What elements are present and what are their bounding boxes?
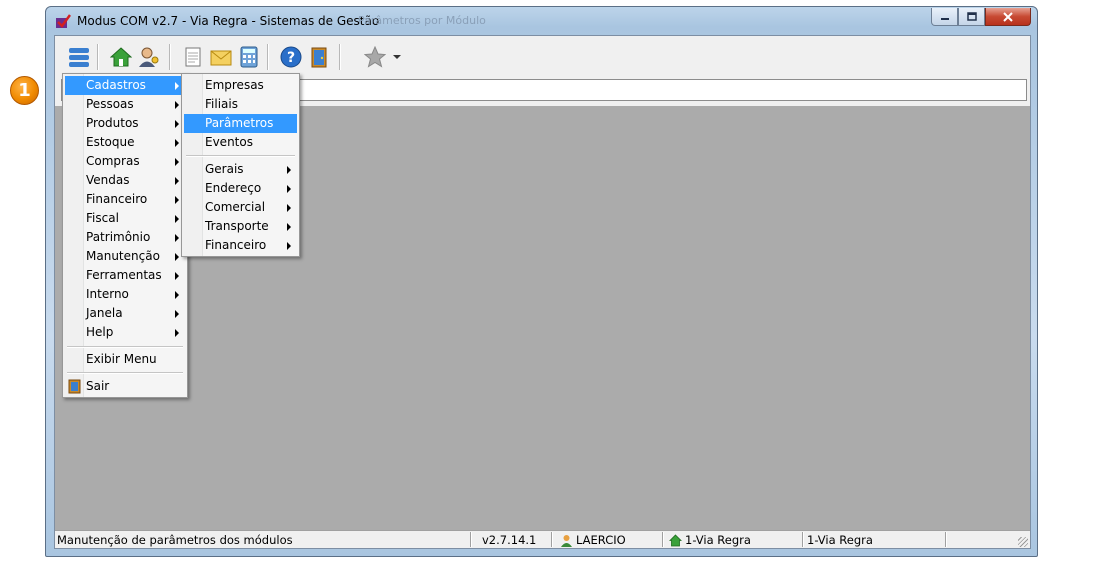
users-button[interactable] [137, 45, 161, 69]
menu-item-fiscal[interactable]: Fiscal [65, 209, 185, 228]
app-logo-icon [56, 14, 71, 28]
menu-item-compras[interactable]: Compras [65, 152, 185, 171]
exit-door-icon [68, 379, 81, 394]
help-button[interactable]: ? [279, 45, 303, 69]
submenu-item-filiais[interactable]: Filiais [184, 95, 297, 114]
calculator-button[interactable] [237, 45, 261, 69]
favorite-star-icon [364, 46, 386, 68]
menu-item-sair[interactable]: Sair [65, 377, 185, 396]
title-bar[interactable]: Modus COM v2.7 - Via Regra - Sistemas de… [46, 7, 1037, 34]
users-key-icon [139, 47, 159, 67]
submenu-item-transporte[interactable]: Transporte [184, 217, 297, 236]
exit-door-icon [311, 47, 327, 68]
close-button[interactable] [985, 8, 1031, 26]
status-message: Manutenção de parâmetros dos módulos [57, 533, 293, 547]
menu-icon [69, 48, 89, 67]
menu-item-estoque[interactable]: Estoque [65, 133, 185, 152]
submenu-item-comercial[interactable]: Comercial [184, 198, 297, 217]
menu-item-interno[interactable]: Interno [65, 285, 185, 304]
menu-item-produtos[interactable]: Produtos [65, 114, 185, 133]
favorites-dropdown[interactable] [391, 45, 403, 69]
exit-button[interactable] [307, 45, 331, 69]
submenu-item-gerais[interactable]: Gerais [184, 160, 297, 179]
maximize-button[interactable] [958, 8, 985, 26]
menu-item-pessoas[interactable]: Pessoas [65, 95, 185, 114]
status-version: v2.7.14.1 [482, 533, 537, 547]
mail-icon [210, 50, 232, 66]
toolbar: ? [55, 36, 1030, 78]
status-company: 1-Via Regra [807, 533, 873, 547]
minimize-button[interactable] [931, 8, 958, 26]
status-bar: Manutenção de parâmetros dos módulos v2.… [55, 530, 1030, 548]
menu-item-patrimonio[interactable]: Patrimônio [65, 228, 185, 247]
status-company-home: 1-Via Regra [669, 533, 751, 547]
menu-item-manutencao[interactable]: Manutenção [65, 247, 185, 266]
submenu-item-empresas[interactable]: Empresas [184, 76, 297, 95]
minimize-icon [940, 17, 949, 20]
home-button[interactable] [109, 45, 133, 69]
window-title: Modus COM v2.7 - Via Regra - Sistemas de… [77, 14, 380, 28]
menu-separator [186, 155, 295, 157]
svg-text:?: ? [287, 50, 295, 66]
home-icon [669, 533, 682, 546]
resize-grip[interactable] [1018, 537, 1028, 547]
calculator-icon [240, 46, 258, 68]
cadastros-submenu: Empresas Filiais Parâmetros Eventos Gera… [181, 73, 300, 257]
home-icon [110, 47, 132, 67]
menu-item-janela[interactable]: Janela [65, 304, 185, 323]
menu-item-ferramentas[interactable]: Ferramentas [65, 266, 185, 285]
menu-separator [67, 346, 183, 348]
menu-item-help[interactable]: Help [65, 323, 185, 342]
step-callout-badge: 1 [10, 76, 39, 105]
menu-button[interactable] [67, 45, 91, 69]
main-menu: Cadastros Pessoas Produtos Estoque Compr… [62, 73, 188, 398]
menu-separator [67, 372, 183, 374]
menu-item-cadastros[interactable]: Cadastros [65, 76, 185, 95]
close-icon [1003, 11, 1013, 22]
favorites-button[interactable] [363, 45, 387, 69]
submenu-item-eventos[interactable]: Eventos [184, 133, 297, 152]
menu-item-vendas[interactable]: Vendas [65, 171, 185, 190]
help-icon: ? [280, 46, 302, 68]
window-title-ghost: Parâmetros por Módulo [358, 14, 486, 27]
submenu-item-financeiro[interactable]: Financeiro [184, 236, 297, 255]
document-button[interactable] [181, 45, 205, 69]
submenu-item-parametros[interactable]: Parâmetros [184, 114, 297, 133]
status-user: LAERCIO [560, 533, 626, 547]
maximize-icon [966, 12, 977, 21]
menu-item-financeiro[interactable]: Financeiro [65, 190, 185, 209]
user-icon [561, 534, 572, 547]
menu-item-exibir-menu[interactable]: Exibir Menu [65, 350, 185, 369]
dropdown-arrow-icon [393, 55, 401, 59]
submenu-item-endereco[interactable]: Endereço [184, 179, 297, 198]
document-icon [185, 47, 201, 67]
mail-button[interactable] [209, 45, 233, 69]
